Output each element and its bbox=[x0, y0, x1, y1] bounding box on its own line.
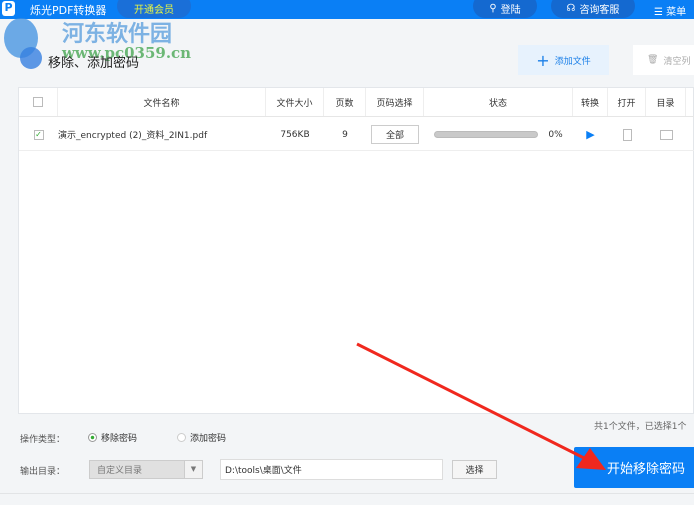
annotation-arrow bbox=[356, 342, 606, 470]
